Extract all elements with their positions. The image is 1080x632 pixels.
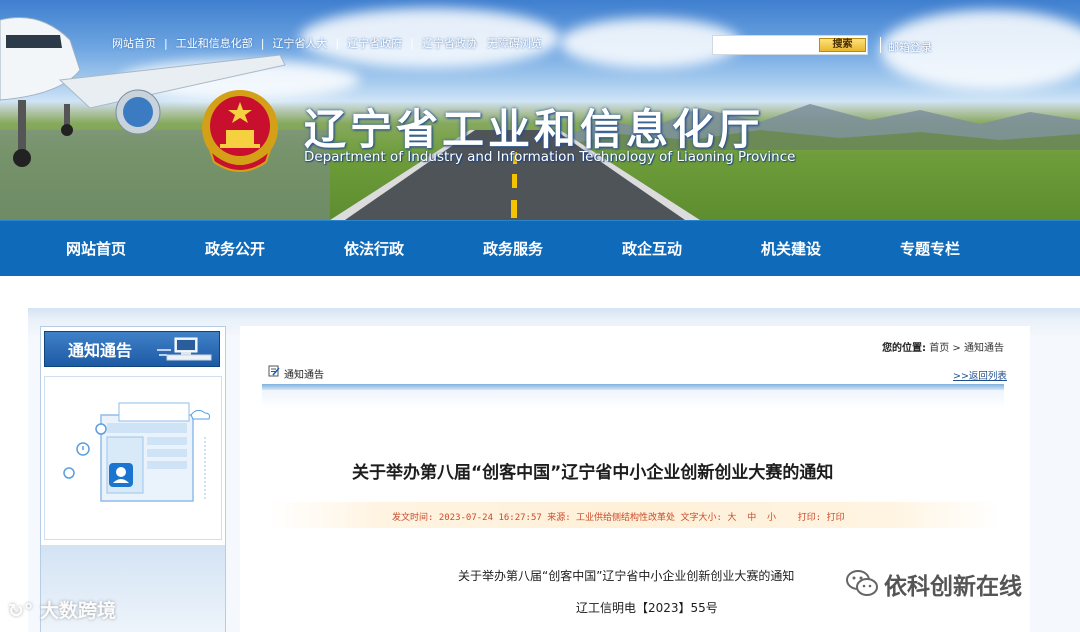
- header-banner: 辽宁省工业和信息化厅 Department of Industry and In…: [0, 0, 1080, 220]
- top-link-accessibility[interactable]: 无障碍浏览: [487, 35, 542, 51]
- font-size-large-button[interactable]: 大: [727, 513, 736, 523]
- watermark-left: ↻° 大数跨境: [8, 596, 116, 623]
- nav-item-government-services[interactable]: 政务服务: [483, 221, 543, 277]
- separator: [880, 37, 881, 53]
- site-title: 辽宁省工业和信息化厅: [304, 105, 765, 154]
- font-size-small-button[interactable]: 小: [767, 513, 776, 523]
- nav-item-organ-building[interactable]: 机关建设: [761, 221, 821, 277]
- sidebar-illustration: [44, 376, 222, 540]
- site-subtitle: Department of Industry and Information T…: [304, 149, 796, 165]
- separator: |: [260, 36, 265, 50]
- font-size-medium-button[interactable]: 中: [747, 513, 756, 523]
- column-label: 通知通告: [284, 370, 324, 381]
- nav-item-special-topics[interactable]: 专题专栏: [900, 221, 960, 277]
- top-links-bar: 网站首页 | 工业和信息化部 | 辽宁省人大 | 辽宁省政府 | 辽宁省政协 无…: [112, 35, 542, 51]
- article-title: 关于举办第八届“创客中国”辽宁省中小企业创新创业大赛的通知: [352, 463, 834, 483]
- weibo-icon: ↻°: [8, 600, 34, 622]
- nav-item-government-affairs-open[interactable]: 政务公开: [205, 221, 265, 277]
- search-button[interactable]: 搜索: [819, 38, 866, 52]
- main-navigation: 网站首页 政务公开 依法行政 政务服务 政企互动 机关建设 专题专栏: [0, 220, 1080, 276]
- mail-login-link[interactable]: 邮箱登录: [888, 39, 932, 55]
- breadcrumb-home-link[interactable]: 首页: [929, 343, 949, 354]
- meta-publish-time: 发文时间: 2023-07-24 16:27:57: [392, 513, 542, 523]
- nav-item-law-administration[interactable]: 依法行政: [344, 221, 404, 277]
- meta-print-label: 打印:: [797, 513, 822, 523]
- nav-item-interaction[interactable]: 政企互动: [622, 221, 682, 277]
- separator: |: [335, 36, 340, 50]
- column-divider-shade: [262, 390, 1004, 408]
- separator: |: [164, 36, 168, 50]
- page: 辽宁省工业和信息化厅 Department of Industry and In…: [0, 0, 1080, 632]
- nav-item-home[interactable]: 网站首页: [66, 221, 126, 277]
- wechat-icon: [846, 570, 878, 596]
- top-link-cppcc[interactable]: 辽宁省政协: [422, 35, 477, 51]
- breadcrumb-prefix: 您的位置:: [882, 343, 927, 354]
- notice-illustration-icon: [63, 402, 210, 502]
- sidebar-heading: 通知通告: [68, 341, 133, 360]
- meta-source: 来源: 工业供给侧结构性改革处: [547, 513, 676, 523]
- watermark-right: 依科创新在线: [884, 574, 1022, 600]
- breadcrumb-current-link[interactable]: 通知通告: [964, 343, 1004, 354]
- top-link-home[interactable]: 网站首页: [112, 35, 156, 51]
- watermark-left-text: 大数跨境: [40, 600, 117, 622]
- edit-document-icon: [268, 365, 280, 377]
- back-to-list-link[interactable]: >>返回列表: [953, 368, 1007, 382]
- top-link-miit[interactable]: 工业和信息化部: [176, 35, 253, 51]
- meta-fontsize-label: 文字大小:: [680, 513, 722, 523]
- article-doc-number: 辽工信明电【2023】55号: [576, 601, 718, 615]
- print-button[interactable]: 打印: [827, 513, 845, 523]
- breadcrumb: 您的位置: 首页 > 通知通告: [882, 339, 1004, 354]
- separator: |: [410, 36, 414, 50]
- computer-icon: [157, 337, 212, 361]
- top-link-people-congress[interactable]: 辽宁省人大: [272, 35, 327, 51]
- top-link-provincial-government[interactable]: 辽宁省政府: [347, 35, 402, 51]
- national-emblem-icon: [202, 90, 278, 172]
- article-body-heading: 关于举办第八届“创客中国”辽宁省中小企业创新创业大赛的通知: [458, 569, 795, 583]
- article-meta: 发文时间: 2023-07-24 16:27:57 来源: 工业供给侧结构性改革…: [392, 510, 845, 523]
- breadcrumb-separator: >: [949, 343, 964, 354]
